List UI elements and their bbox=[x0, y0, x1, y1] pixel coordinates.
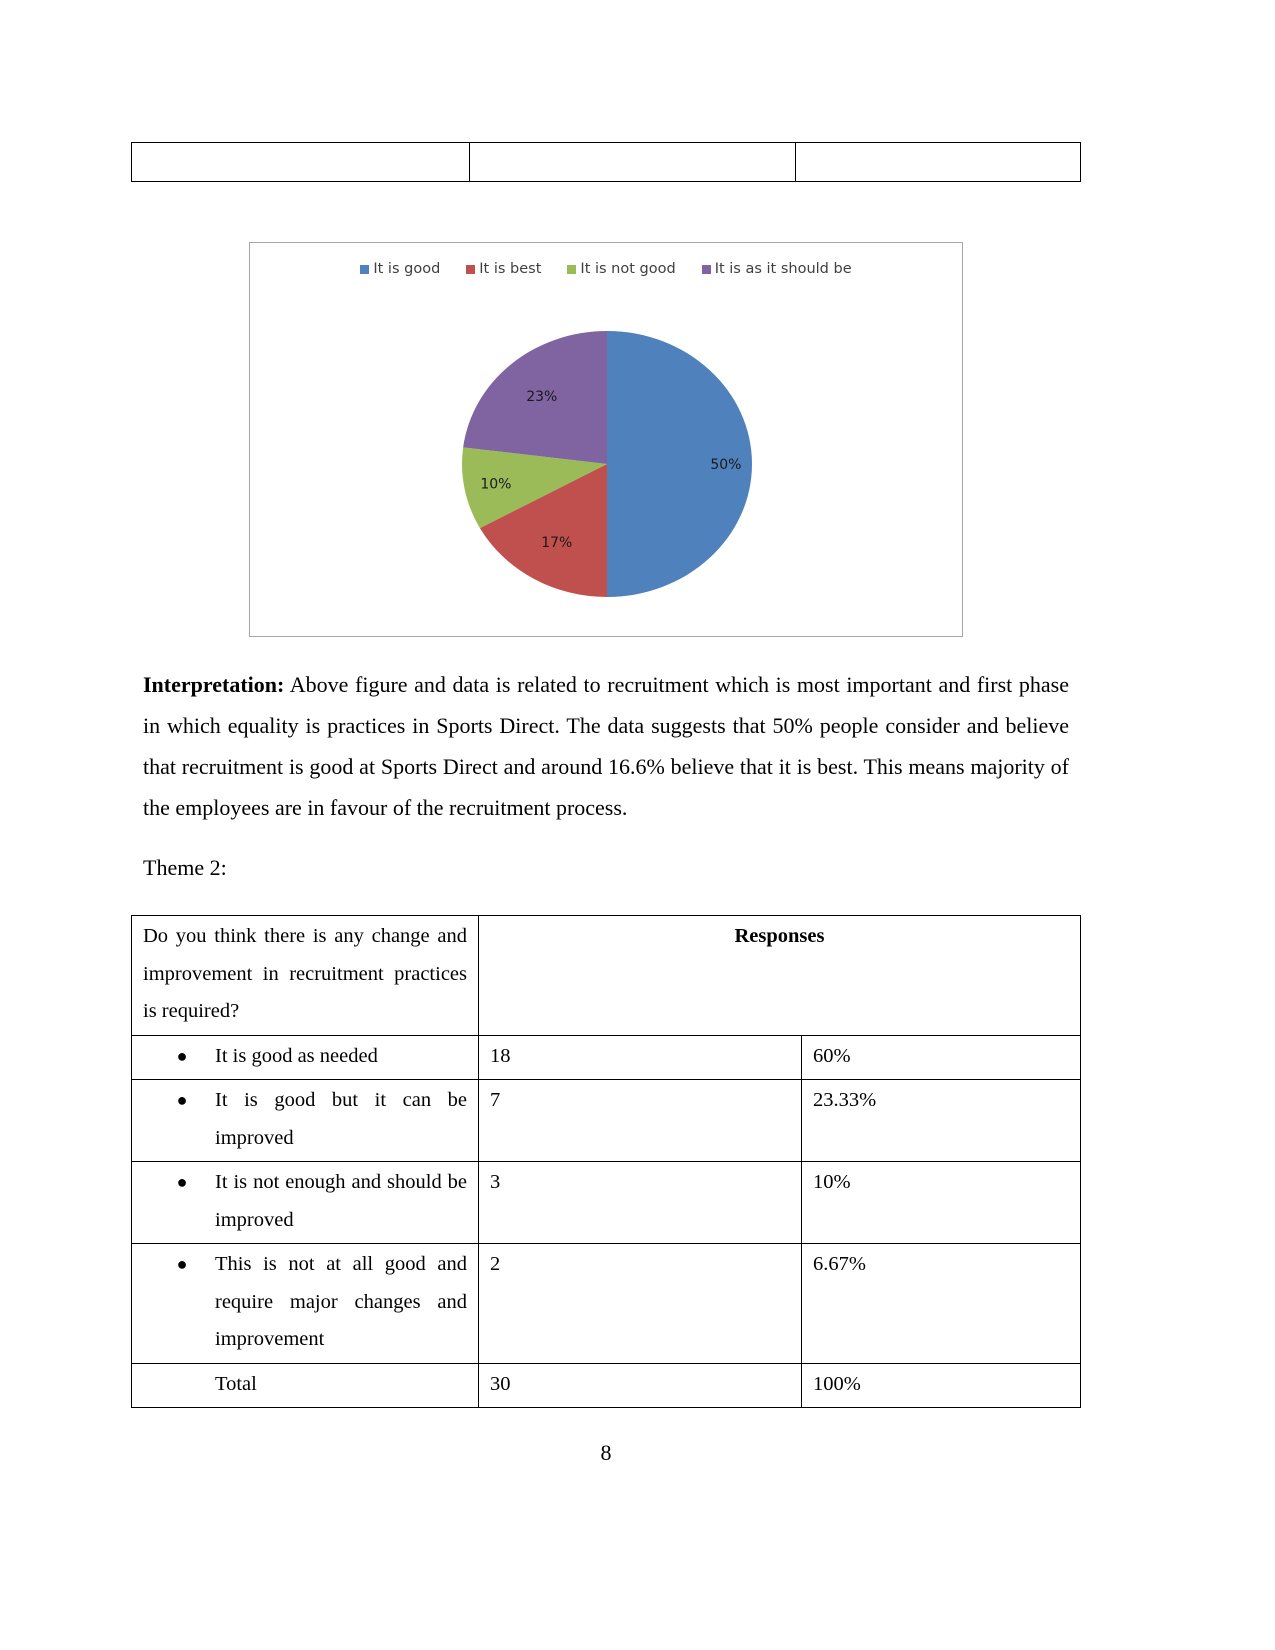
table-row bbox=[131, 142, 1081, 182]
theme-heading: Theme 2: bbox=[143, 855, 227, 880]
table-total-row: Total 30 100% bbox=[131, 1362, 1081, 1408]
table-cell bbox=[795, 142, 1081, 182]
percent-cell: 23.33% bbox=[801, 1079, 1081, 1162]
bullet-icon: ● bbox=[176, 1090, 188, 1110]
table-cell bbox=[469, 142, 796, 182]
count-cell: 3 bbox=[478, 1161, 802, 1244]
pie-plot-area: 50% 17% 10% 23% bbox=[462, 331, 752, 597]
data-label: 23% bbox=[526, 389, 557, 405]
table-cell bbox=[131, 142, 470, 182]
bullet-icon: ● bbox=[176, 1045, 188, 1066]
question-cell: Do you think there is any change and imp… bbox=[131, 915, 479, 1036]
total-count-cell: 30 bbox=[478, 1362, 802, 1408]
table-row: ● It is good as needed 18 60% bbox=[131, 1034, 1081, 1080]
bullet-icon: ● bbox=[176, 1172, 188, 1192]
total-label: Total bbox=[215, 1372, 257, 1395]
percent-cell: 10% bbox=[801, 1161, 1081, 1244]
data-label: 17% bbox=[541, 535, 572, 551]
table-row: ● It is not enough and should be improved… bbox=[131, 1161, 1081, 1244]
total-percent-cell: 100% bbox=[801, 1362, 1081, 1408]
pie-chart: It is good It is best It is not good It … bbox=[249, 242, 963, 637]
count-cell: 2 bbox=[478, 1243, 802, 1364]
data-label: 50% bbox=[710, 457, 741, 473]
table-header-row: Do you think there is any change and imp… bbox=[131, 915, 1081, 1036]
interpretation-label: Interpretation: bbox=[143, 672, 285, 697]
responses-table: Do you think there is any change and imp… bbox=[131, 915, 1081, 1408]
top-table-fragment bbox=[131, 142, 1081, 182]
count-cell: 18 bbox=[478, 1034, 802, 1080]
bullet-icon: ● bbox=[176, 1254, 188, 1274]
option-label: It is good as needed bbox=[215, 1044, 378, 1067]
interpretation-paragraph: Interpretation: Above figure and data is… bbox=[143, 664, 1069, 828]
responses-header: Responses bbox=[478, 915, 1081, 1036]
percent-cell: 60% bbox=[801, 1034, 1081, 1080]
page-number: 8 bbox=[600, 1440, 612, 1465]
option-label: It is not enough and should be improved bbox=[215, 1171, 467, 1231]
option-label: It is good but it can be improved bbox=[215, 1089, 467, 1149]
option-label: This is not at all good and require majo… bbox=[215, 1253, 467, 1350]
percent-cell: 6.67% bbox=[801, 1243, 1081, 1364]
table-row: ● This is not at all good and require maj… bbox=[131, 1243, 1081, 1364]
data-label: 10% bbox=[480, 476, 511, 492]
table-row: ● It is good but it can be improved 7 23.… bbox=[131, 1079, 1081, 1162]
count-cell: 7 bbox=[478, 1079, 802, 1162]
